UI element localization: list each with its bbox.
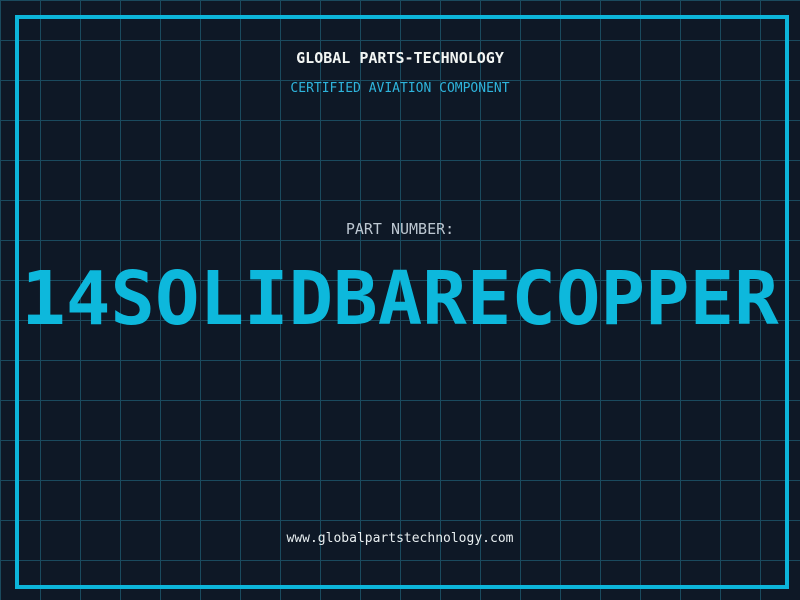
blueprint-canvas: GLOBAL PARTS-TECHNOLOGY CERTIFIED AVIATI… <box>0 0 800 600</box>
part-number-label: PART NUMBER: <box>0 220 800 238</box>
part-number-value: 14SOLIDBARECOPPER <box>0 262 800 336</box>
website-url: www.globalpartstechnology.com <box>0 531 800 546</box>
company-name: GLOBAL PARTS-TECHNOLOGY <box>0 49 800 67</box>
certification-tagline: CERTIFIED AVIATION COMPONENT <box>0 81 800 96</box>
